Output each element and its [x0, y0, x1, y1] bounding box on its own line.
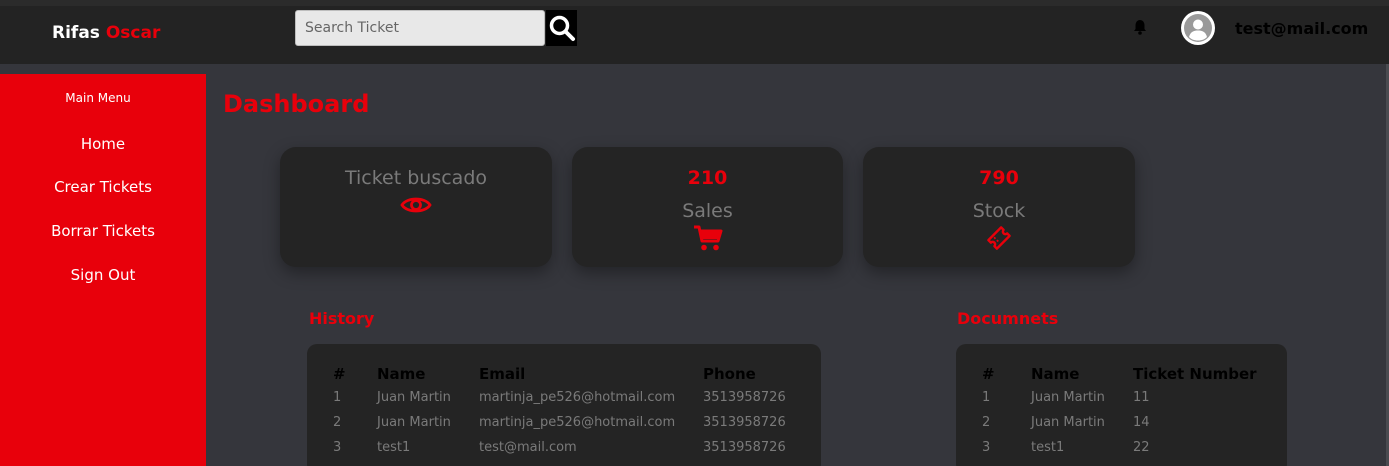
sidebar-item-crear-tickets[interactable]: Crear Tickets: [0, 178, 206, 196]
sidebar-title: Main Menu: [65, 91, 131, 105]
table-cell: test1: [377, 440, 411, 455]
column-header: Name: [377, 365, 426, 383]
documents-title: Documnets: [957, 309, 1059, 328]
card-value: 210: [687, 167, 728, 189]
sidebar: Main Menu Home Crear Tickets Borrar Tick…: [0, 74, 206, 466]
search-input[interactable]: [295, 10, 545, 46]
card-label: Stock: [972, 200, 1026, 222]
card-value: 790: [979, 167, 1019, 189]
table-cell: test1: [1031, 440, 1065, 455]
card-ticket-search[interactable]: Ticket buscado: [280, 147, 552, 267]
column-header: Ticket Number: [1133, 365, 1257, 383]
search-button[interactable]: [546, 10, 577, 46]
table-cell: Juan Martin: [377, 390, 451, 405]
table-cell: Juan Martin: [377, 415, 451, 430]
bell-icon[interactable]: [1131, 18, 1149, 36]
table-cell: 3: [333, 440, 342, 455]
table-cell: 2: [982, 415, 991, 430]
table-cell: 3: [982, 440, 991, 455]
sidebar-item-home[interactable]: Home: [0, 135, 206, 153]
table-cell: 11: [1133, 390, 1150, 405]
card-label: Ticket buscado: [344, 167, 488, 189]
table-cell: 3513958726: [703, 390, 786, 405]
brand-logo[interactable]: Rifas Oscar: [52, 23, 160, 43]
page-title: Dashboard: [223, 90, 370, 118]
table-cell: 3513958726: [703, 440, 786, 455]
table-cell: 14: [1133, 415, 1150, 430]
table-header-row: # Name Email Phone: [333, 363, 803, 385]
documents-panel: # Name Ticket Number 1 Juan Martin 11 2 …: [956, 344, 1287, 466]
column-header: Email: [479, 365, 526, 383]
table-cell: martinja_pe526@hotmail.com: [479, 390, 676, 405]
brand-name-first: Rifas: [52, 23, 100, 43]
table-row[interactable]: 3 test1 22: [982, 435, 1263, 460]
user-email[interactable]: test@mail.com: [1235, 19, 1368, 38]
table-row[interactable]: 1 Juan Martin martinja_pe526@hotmail.com…: [333, 385, 803, 410]
user-avatar-icon: [1184, 14, 1212, 42]
user-avatar[interactable]: [1181, 11, 1215, 45]
eye-icon: [400, 197, 432, 213]
card-stock[interactable]: 790 Stock: [863, 147, 1135, 267]
shopping-cart-icon: [693, 225, 722, 251]
table-cell: 2: [333, 415, 342, 430]
history-table: # Name Email Phone 1 Juan Martin martinj…: [333, 363, 803, 460]
table-cell: 22: [1133, 440, 1150, 455]
table-row[interactable]: 2 Juan Martin martinja_pe526@hotmail.com…: [333, 410, 803, 435]
table-row[interactable]: 3 test1 test@mail.com 3513958726: [333, 435, 803, 460]
sidebar-item-sign-out[interactable]: Sign Out: [0, 266, 206, 284]
card-label: Sales: [682, 200, 733, 222]
documents-table: # Name Ticket Number 1 Juan Martin 11 2 …: [982, 363, 1263, 460]
table-header-row: # Name Ticket Number: [982, 363, 1263, 385]
sidebar-item-borrar-tickets[interactable]: Borrar Tickets: [0, 222, 206, 240]
history-panel: # Name Email Phone 1 Juan Martin martinj…: [307, 344, 821, 466]
table-cell: 3513958726: [703, 415, 786, 430]
table-cell: Juan Martin: [1031, 415, 1105, 430]
card-sales[interactable]: 210 Sales: [572, 147, 843, 267]
table-cell: Juan Martin: [1031, 390, 1105, 405]
search-icon: [549, 15, 575, 41]
table-cell: 1: [333, 390, 342, 405]
column-header: #: [333, 365, 346, 383]
brand-name-second: Oscar: [105, 23, 161, 43]
table-row[interactable]: 2 Juan Martin 14: [982, 410, 1263, 435]
table-row[interactable]: 1 Juan Martin 11: [982, 385, 1263, 410]
column-header: Phone: [703, 365, 756, 383]
history-title: History: [309, 309, 375, 328]
column-header: #: [982, 365, 995, 383]
table-cell: martinja_pe526@hotmail.com: [479, 415, 676, 430]
table-cell: 1: [982, 390, 991, 405]
ticket-icon: [987, 226, 1011, 250]
table-cell: test@mail.com: [479, 440, 577, 455]
column-header: Name: [1031, 365, 1080, 383]
